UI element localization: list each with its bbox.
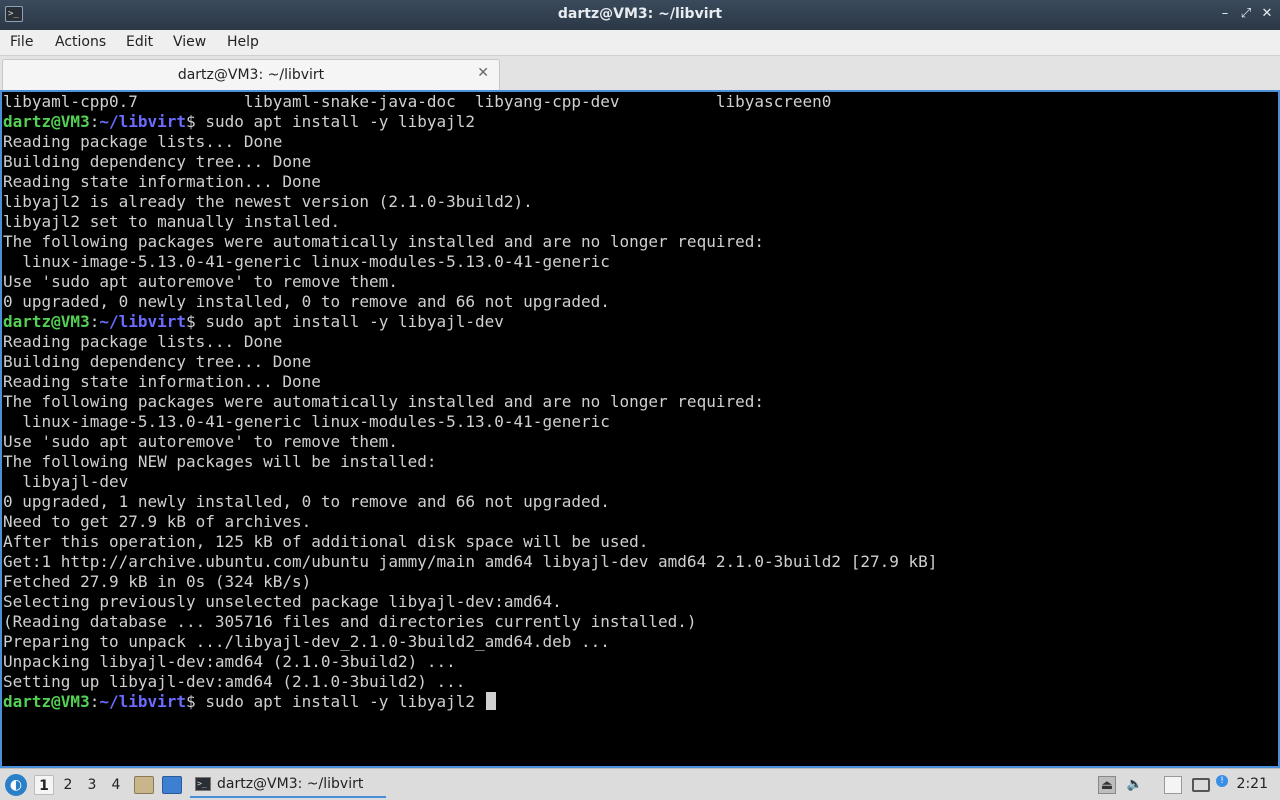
terminal-output-line: libyajl-dev: [3, 472, 129, 491]
terminal-output-line: Need to get 27.9 kB of archives.: [3, 512, 312, 531]
terminal-output-line: (Reading database ... 305716 files and d…: [3, 612, 697, 631]
terminal-output-line: Selecting previously unselected package …: [3, 592, 562, 611]
menu-help[interactable]: Help: [227, 34, 259, 50]
terminal-output-line: After this operation, 125 kB of addition…: [3, 532, 649, 551]
prompt-user: dartz@VM3: [3, 312, 90, 331]
task-label: dartz@VM3: ~/libvirt: [217, 776, 364, 792]
workspace-1[interactable]: 1: [34, 775, 54, 795]
terminal-output-line: Setting up libyajl-dev:amd64 (2.1.0-3bui…: [3, 672, 466, 691]
terminal-output-line: Building dependency tree... Done: [3, 352, 312, 371]
prompt-user: dartz@VM3: [3, 692, 90, 711]
clipboard-icon[interactable]: [1164, 776, 1182, 794]
menu-view[interactable]: View: [173, 34, 206, 50]
file-manager-icon[interactable]: [134, 776, 154, 794]
terminal-output-line: linux-image-5.13.0-41-generic linux-modu…: [3, 252, 610, 271]
terminal-output-line: Reading package lists... Done: [3, 332, 283, 351]
tab-label: dartz@VM3: ~/libvirt: [177, 67, 325, 83]
terminal-output-line: Reading state information... Done: [3, 172, 321, 191]
terminal-output-line: The following packages were automaticall…: [3, 232, 764, 251]
terminal-output-line: The following packages were automaticall…: [3, 392, 764, 411]
terminal-output-line: libyajl2 is already the newest version (…: [3, 192, 533, 211]
close-button[interactable]: ✕: [1258, 5, 1276, 23]
terminal-prompt-line: dartz@VM3:~/libvirt$ sudo apt install -y…: [3, 692, 937, 712]
window-titlebar: >_ dartz@VM3: ~/libvirt – ⤢ ✕: [0, 0, 1280, 30]
terminal-output-line: Use 'sudo apt autoremove' to remove them…: [3, 272, 398, 291]
prompt-path: ~/libvirt: [99, 312, 187, 331]
tab-close-icon[interactable]: ✕: [477, 65, 489, 81]
terminal-output-line: Building dependency tree... Done: [3, 152, 312, 171]
terminal-output-line: Reading state information... Done: [3, 372, 321, 391]
window-title: dartz@VM3: ~/libvirt: [557, 6, 723, 22]
menu-file[interactable]: File: [10, 34, 33, 50]
workspace-4[interactable]: 4: [106, 775, 126, 795]
terminal-output-line: libyaml-cpp0.7 libyaml-snake-java-doc li…: [3, 92, 832, 111]
prompt-command: sudo apt install -y libyajl2: [205, 692, 485, 711]
network-icon[interactable]: [1192, 778, 1210, 792]
terminal-output-line: Get:1 http://archive.ubuntu.com/ubuntu j…: [3, 552, 938, 571]
terminal-output-line: linux-image-5.13.0-41-generic linux-modu…: [3, 412, 610, 431]
task-terminal[interactable]: >_ dartz@VM3: ~/libvirt: [190, 772, 386, 798]
terminal-output-line: Unpacking libyajl-dev:amd64 (2.1.0-3buil…: [3, 652, 456, 671]
terminal-area[interactable]: libyaml-cpp0.7 libyaml-snake-java-doc li…: [0, 90, 1280, 768]
terminal-output-line: Preparing to unpack .../libyajl-dev_2.1.…: [3, 632, 610, 651]
terminal-output-line: libyajl2 set to manually installed.: [3, 212, 341, 231]
tab-bar: dartz@VM3: ~/libvirt ✕: [0, 56, 1280, 90]
maximize-button[interactable]: ⤢: [1237, 5, 1255, 23]
terminal-output: libyaml-cpp0.7 libyaml-snake-java-doc li…: [3, 92, 937, 712]
show-desktop-icon[interactable]: [162, 776, 182, 794]
prompt-command: sudo apt install -y libyajl2: [205, 112, 476, 131]
terminal-output-line: Use 'sudo apt autoremove' to remove them…: [3, 432, 398, 451]
clock: 2:21: [1236, 776, 1268, 792]
menu-bar: File Actions Edit View Help: [0, 30, 1280, 56]
terminal-output-line: Reading package lists... Done: [3, 132, 283, 151]
terminal-output-line: Fetched 27.9 kB in 0s (324 kB/s): [3, 572, 312, 591]
menu-actions[interactable]: Actions: [55, 34, 106, 50]
terminal-prompt-line: dartz@VM3:~/libvirt$ sudo apt install -y…: [3, 112, 476, 131]
removable-drive-icon[interactable]: ⏏: [1098, 776, 1116, 794]
volume-icon[interactable]: 🔈: [1126, 776, 1144, 794]
workspace-3[interactable]: 3: [82, 775, 102, 795]
menu-edit[interactable]: Edit: [126, 34, 153, 50]
minimize-button[interactable]: –: [1216, 5, 1234, 23]
terminal-prompt-line: dartz@VM3:~/libvirt$ sudo apt install -y…: [3, 312, 504, 331]
terminal-cursor: [485, 692, 496, 710]
lubuntu-start-icon[interactable]: ◐: [5, 774, 27, 796]
taskbar: ◐ 1 2 3 4 >_ dartz@VM3: ~/libvirt ⏏ 🔈 ! …: [0, 768, 1280, 800]
prompt-command: sudo apt install -y libyajl-dev: [205, 312, 504, 331]
terminal-output-line: The following NEW packages will be insta…: [3, 452, 437, 471]
terminal-tab[interactable]: dartz@VM3: ~/libvirt ✕: [2, 59, 500, 90]
terminal-icon: >_: [195, 777, 211, 791]
terminal-output-line: 0 upgraded, 1 newly installed, 0 to remo…: [3, 492, 610, 511]
terminal-output-line: 0 upgraded, 0 newly installed, 0 to remo…: [3, 292, 610, 311]
prompt-path: ~/libvirt: [99, 692, 187, 711]
prompt-path: ~/libvirt: [99, 112, 187, 131]
update-notifier-icon[interactable]: !: [1216, 775, 1228, 787]
workspace-2[interactable]: 2: [58, 775, 78, 795]
prompt-user: dartz@VM3: [3, 112, 90, 131]
